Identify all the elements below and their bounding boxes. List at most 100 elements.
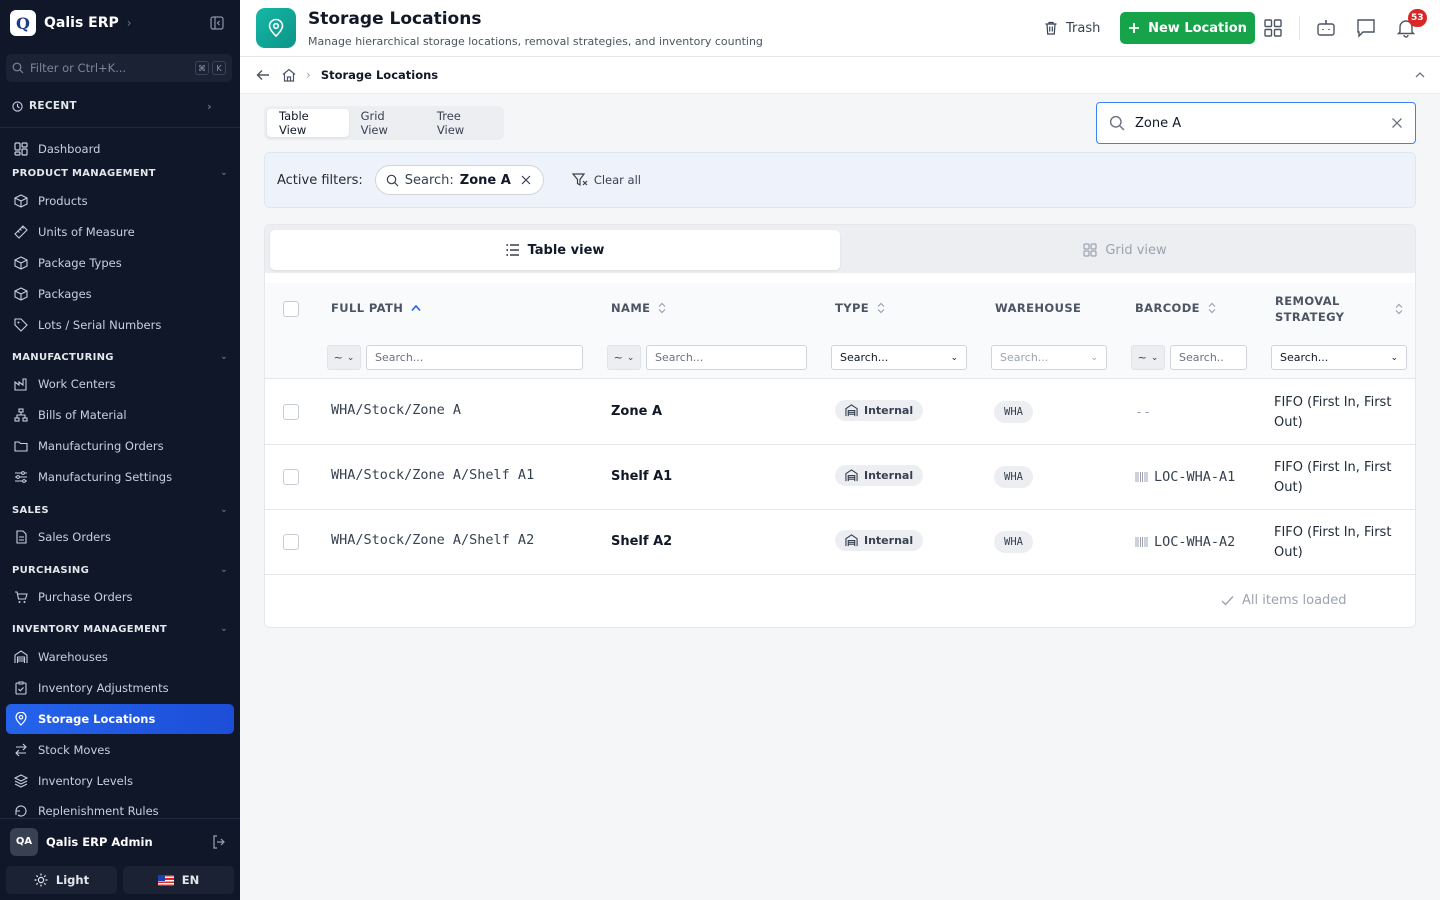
column-header-name[interactable]: NAME [611, 301, 666, 315]
sidebar-item-inventory-levels[interactable]: Inventory Levels [6, 766, 234, 796]
tab-grid-view[interactable]: Grid View [349, 109, 425, 137]
filter-select-removal-strategy[interactable]: Search... ⌄ [1271, 345, 1407, 370]
tab-tree-view[interactable]: Tree View [425, 109, 501, 137]
clear-all-button[interactable]: Clear all [571, 172, 641, 188]
operator-select-path[interactable]: ~ ⌄ [327, 345, 361, 370]
app-switcher[interactable]: Q Qalis ERP › [10, 10, 230, 36]
layers-icon [14, 774, 28, 788]
recent-label: RECENT [29, 100, 77, 112]
sidebar-item-manufacturing-settings[interactable]: Manufacturing Settings [6, 462, 234, 492]
clock-icon [12, 100, 23, 112]
section-purchasing[interactable]: PURCHASING ⌄ [12, 563, 228, 577]
section-title: PRODUCT MANAGEMENT [12, 167, 156, 179]
cell-name[interactable]: Zone A [611, 404, 662, 419]
filter-input-barcode[interactable]: Search.. [1170, 345, 1247, 370]
sidebar-item-stock-moves[interactable]: Stock Moves [6, 735, 234, 765]
sidebar-item-label: Storage Locations [38, 712, 156, 726]
table-row[interactable]: WHA/Stock/Zone A/Shelf A2 Shelf A2 Inter… [265, 510, 1415, 575]
sidebar-item-label: Purchase Orders [38, 590, 133, 604]
back-arrow-icon[interactable] [256, 68, 270, 82]
chevron-up-icon[interactable] [1414, 69, 1426, 81]
type-badge: Internal [835, 465, 924, 486]
row-checkbox[interactable] [283, 469, 299, 485]
theme-toggle-button[interactable]: Light [6, 866, 117, 894]
column-header-full-path[interactable]: FULL PATH [331, 301, 421, 315]
sidebar-filter-input[interactable]: Filter or Ctrl+K... ⌘ K [6, 54, 232, 82]
page-header: Storage Locations Manage hierarchical st… [240, 0, 1440, 57]
chevron-down-icon: ⌄ [220, 168, 228, 178]
filter-select-warehouse[interactable]: Search... ⌄ [991, 345, 1107, 370]
section-product-management[interactable]: PRODUCT MANAGEMENT ⌄ [12, 166, 228, 180]
user-profile[interactable]: QA Qalis ERP Admin [0, 818, 240, 864]
sidebar-item-manufacturing-orders[interactable]: Manufacturing Orders [6, 431, 234, 461]
sidebar-item-label: Packages [38, 287, 92, 301]
column-label: WAREHOUSE [995, 301, 1082, 315]
remove-filter-icon[interactable] [521, 175, 531, 185]
segment-grid-view[interactable]: Grid view [840, 230, 1410, 270]
language-button[interactable]: EN [123, 866, 234, 894]
segment-table-view[interactable]: Table view [270, 230, 840, 270]
filter-select-type[interactable]: Search... ⌄ [831, 345, 967, 370]
sidebar-item-lots-serial-numbers[interactable]: Lots / Serial Numbers [6, 310, 234, 340]
search-icon [12, 62, 24, 74]
sidebar-item-products[interactable]: Products [6, 186, 234, 216]
table-row[interactable]: WHA/Stock/Zone A Zone A Internal WHA -- … [265, 380, 1415, 445]
sidebar-item-warehouses[interactable]: Warehouses [6, 642, 234, 672]
tab-table-view[interactable]: Table View [267, 109, 349, 137]
cell-name[interactable]: Shelf A1 [611, 469, 672, 484]
logout-icon[interactable] [212, 834, 226, 849]
segment-label: Grid view [1105, 242, 1167, 258]
new-location-button[interactable]: New Location [1120, 12, 1255, 44]
row-checkbox[interactable] [283, 534, 299, 550]
sidebar-item-packages[interactable]: Packages [6, 279, 234, 309]
select-all-checkbox[interactable] [283, 301, 299, 317]
operator-label: ~ [333, 351, 343, 364]
row-checkbox[interactable] [283, 404, 299, 420]
clear-search-icon[interactable] [1391, 117, 1403, 129]
filter-input-path[interactable]: Search... [366, 345, 583, 370]
chat-icon[interactable] [1354, 16, 1378, 40]
table-row[interactable]: WHA/Stock/Zone A/Shelf A1 Shelf A1 Inter… [265, 445, 1415, 510]
cell-barcode: LOC-WHA-A2 [1135, 534, 1235, 550]
sidebar-item-package-types[interactable]: Package Types [6, 248, 234, 278]
page-subtitle: Manage hierarchical storage locations, r… [308, 35, 763, 48]
search-input[interactable]: Zone A [1096, 102, 1416, 144]
sidebar-item-replenishment-rules[interactable]: Replenishment Rules [6, 797, 234, 817]
section-inventory-management[interactable]: INVENTORY MANAGEMENT ⌄ [12, 622, 228, 636]
sidebar-item-label: Inventory Levels [38, 774, 133, 788]
sidebar-item-sales-orders[interactable]: Sales Orders [6, 522, 234, 552]
filter-input-name[interactable]: Search... [646, 345, 807, 370]
sidebar-item-storage-locations[interactable]: Storage Locations [6, 704, 234, 734]
section-title: PURCHASING [12, 564, 90, 576]
app-name: Qalis ERP [44, 15, 119, 31]
home-icon[interactable] [282, 68, 296, 82]
check-icon [1221, 596, 1234, 606]
column-header-type[interactable]: TYPE [835, 301, 885, 315]
section-manufacturing[interactable]: MANUFACTURING ⌄ [12, 350, 228, 364]
sidebar-item-units-of-measure[interactable]: Units of Measure [6, 217, 234, 247]
operator-select-barcode[interactable]: ~ ⌄ [1131, 345, 1165, 370]
apps-grid-icon[interactable] [1261, 16, 1285, 40]
section-sales[interactable]: SALES ⌄ [12, 503, 228, 517]
segment-label: Table view [527, 242, 605, 258]
sidebar-item-bills-of-material[interactable]: Bills of Material [6, 400, 234, 430]
column-header-removal-strategy[interactable]: REMOVAL STRATEGY [1275, 293, 1403, 325]
cell-name[interactable]: Shelf A2 [611, 534, 672, 549]
robot-icon[interactable] [1314, 16, 1338, 40]
us-flag-icon [157, 874, 174, 886]
plus-icon [1129, 23, 1140, 33]
sidebar-item-inventory-adjustments[interactable]: Inventory Adjustments [6, 673, 234, 703]
section-title: MANUFACTURING [12, 351, 114, 363]
sidebar-collapse-icon[interactable] [210, 16, 224, 30]
chevron-down-icon: ⌄ [1150, 352, 1159, 363]
trash-button[interactable]: Trash [1044, 17, 1100, 39]
column-header-barcode[interactable]: BARCODE [1135, 301, 1216, 315]
sidebar-item-purchase-orders[interactable]: Purchase Orders [6, 582, 234, 612]
sidebar-item-dashboard[interactable]: Dashboard [6, 134, 234, 164]
recent-section[interactable]: RECENT › [12, 98, 212, 114]
type-label: Internal [864, 534, 914, 547]
sidebar-item-work-centers[interactable]: Work Centers [6, 369, 234, 399]
barcode-value: -- [1135, 404, 1152, 420]
active-filters-label: Active filters: [277, 172, 363, 188]
operator-select-name[interactable]: ~ ⌄ [607, 345, 641, 370]
